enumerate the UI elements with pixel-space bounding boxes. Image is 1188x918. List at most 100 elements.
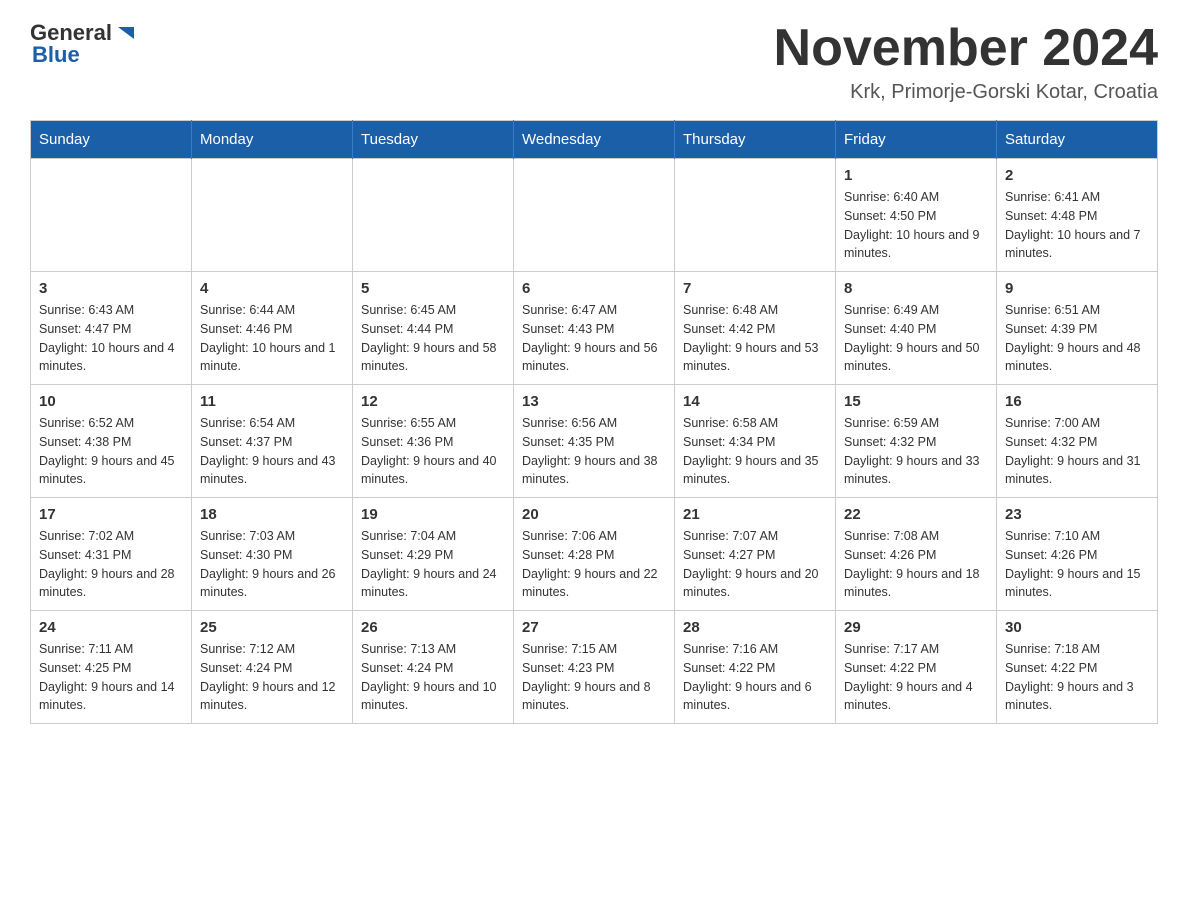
day-info: Sunrise: 6:56 AM Sunset: 4:35 PM Dayligh… [522,414,666,489]
day-info: Sunrise: 7:18 AM Sunset: 4:22 PM Dayligh… [1005,640,1149,715]
day-info: Sunrise: 6:44 AM Sunset: 4:46 PM Dayligh… [200,301,344,376]
calendar-cell: 24 Sunrise: 7:11 AM Sunset: 4:25 PM Dayli… [31,611,192,724]
calendar-week-row: 3 Sunrise: 6:43 AM Sunset: 4:47 PM Daylig… [31,272,1158,385]
calendar-cell: 1Sunrise: 6:40 AM Sunset: 4:50 PM Daylig… [836,159,997,272]
day-number: 9 [1005,280,1149,297]
calendar-cell: 12 Sunrise: 6:55 AM Sunset: 4:36 PM Dayli… [353,385,514,498]
day-number: 7 [683,280,827,297]
day-number: 8 [844,280,988,297]
calendar-cell: 22 Sunrise: 7:08 AM Sunset: 4:26 PM Dayli… [836,498,997,611]
day-number: 23 [1005,506,1149,523]
day-info: Sunrise: 7:13 AM Sunset: 4:24 PM Dayligh… [361,640,505,715]
calendar-cell: 4Sunrise: 6:44 AM Sunset: 4:46 PM Daylig… [192,272,353,385]
day-number: 20 [522,506,666,523]
calendar-cell: 17Sunrise: 7:02 AM Sunset: 4:31 PM Dayli… [31,498,192,611]
logo-blue-text: Blue [32,42,80,68]
day-info: Sunrise: 7:06 AM Sunset: 4:28 PM Dayligh… [522,527,666,602]
day-info: Sunrise: 6:55 AM Sunset: 4:36 PM Dayligh… [361,414,505,489]
day-number: 22 [844,506,988,523]
day-info: Sunrise: 7:12 AM Sunset: 4:24 PM Dayligh… [200,640,344,715]
day-info: Sunrise: 7:10 AM Sunset: 4:26 PM Dayligh… [1005,527,1149,602]
day-info: Sunrise: 6:43 AM Sunset: 4:47 PM Dayligh… [39,301,183,376]
day-info: Sunrise: 6:48 AM Sunset: 4:42 PM Dayligh… [683,301,827,376]
calendar-table: SundayMondayTuesdayWednesdayThursdayFrid… [30,120,1158,724]
day-info: Sunrise: 6:45 AM Sunset: 4:44 PM Dayligh… [361,301,505,376]
calendar-cell: 9Sunrise: 6:51 AM Sunset: 4:39 PM Daylig… [997,272,1158,385]
calendar-cell: 20 Sunrise: 7:06 AM Sunset: 4:28 PM Dayli… [514,498,675,611]
day-number: 16 [1005,393,1149,410]
day-number: 27 [522,619,666,636]
location-title: Krk, Primorje-Gorski Kotar, Croatia [774,81,1158,104]
day-info: Sunrise: 6:59 AM Sunset: 4:32 PM Dayligh… [844,414,988,489]
calendar-week-row: 24 Sunrise: 7:11 AM Sunset: 4:25 PM Dayli… [31,611,1158,724]
day-number: 29 [844,619,988,636]
header-day-friday: Friday [836,121,997,159]
calendar-header-row: SundayMondayTuesdayWednesdayThursdayFrid… [31,121,1158,159]
calendar-cell [31,159,192,272]
day-info: Sunrise: 6:58 AM Sunset: 4:34 PM Dayligh… [683,414,827,489]
day-info: Sunrise: 6:54 AM Sunset: 4:37 PM Dayligh… [200,414,344,489]
day-info: Sunrise: 6:49 AM Sunset: 4:40 PM Dayligh… [844,301,988,376]
title-area: November 2024 Krk, Primorje-Gorski Kotar… [774,20,1158,104]
calendar-cell: 18 Sunrise: 7:03 AM Sunset: 4:30 PM Dayli… [192,498,353,611]
calendar-cell: 27 Sunrise: 7:15 AM Sunset: 4:23 PM Dayli… [514,611,675,724]
header-day-monday: Monday [192,121,353,159]
day-number: 1 [844,167,988,184]
day-number: 5 [361,280,505,297]
day-number: 19 [361,506,505,523]
day-number: 24 [39,619,183,636]
calendar-cell: 11 Sunrise: 6:54 AM Sunset: 4:37 PM Dayli… [192,385,353,498]
header: General Blue November 2024 Krk, Primorje… [30,20,1158,104]
day-number: 30 [1005,619,1149,636]
calendar-cell: 8 Sunrise: 6:49 AM Sunset: 4:40 PM Daylig… [836,272,997,385]
calendar-cell: 3 Sunrise: 6:43 AM Sunset: 4:47 PM Daylig… [31,272,192,385]
calendar-cell: 13 Sunrise: 6:56 AM Sunset: 4:35 PM Dayli… [514,385,675,498]
calendar-week-row: 17Sunrise: 7:02 AM Sunset: 4:31 PM Dayli… [31,498,1158,611]
day-info: Sunrise: 7:02 AM Sunset: 4:31 PM Dayligh… [39,527,183,602]
calendar-cell [353,159,514,272]
day-number: 6 [522,280,666,297]
calendar-cell: 26 Sunrise: 7:13 AM Sunset: 4:24 PM Dayli… [353,611,514,724]
day-number: 21 [683,506,827,523]
calendar-week-row: 10Sunrise: 6:52 AM Sunset: 4:38 PM Dayli… [31,385,1158,498]
day-info: Sunrise: 6:41 AM Sunset: 4:48 PM Dayligh… [1005,188,1149,263]
day-number: 18 [200,506,344,523]
calendar-cell: 28 Sunrise: 7:16 AM Sunset: 4:22 PM Dayli… [675,611,836,724]
day-info: Sunrise: 7:08 AM Sunset: 4:26 PM Dayligh… [844,527,988,602]
day-info: Sunrise: 7:16 AM Sunset: 4:22 PM Dayligh… [683,640,827,715]
calendar-cell: 25 Sunrise: 7:12 AM Sunset: 4:24 PM Dayli… [192,611,353,724]
day-info: Sunrise: 7:00 AM Sunset: 4:32 PM Dayligh… [1005,414,1149,489]
day-info: Sunrise: 7:03 AM Sunset: 4:30 PM Dayligh… [200,527,344,602]
calendar-cell: 6Sunrise: 6:47 AM Sunset: 4:43 PM Daylig… [514,272,675,385]
day-info: Sunrise: 7:07 AM Sunset: 4:27 PM Dayligh… [683,527,827,602]
day-info: Sunrise: 7:15 AM Sunset: 4:23 PM Dayligh… [522,640,666,715]
day-info: Sunrise: 7:11 AM Sunset: 4:25 PM Dayligh… [39,640,183,715]
logo-arrow-icon [114,21,138,45]
calendar-cell: 14 Sunrise: 6:58 AM Sunset: 4:34 PM Dayli… [675,385,836,498]
calendar-cell: 16 Sunrise: 7:00 AM Sunset: 4:32 PM Dayli… [997,385,1158,498]
calendar-cell: 30 Sunrise: 7:18 AM Sunset: 4:22 PM Dayli… [997,611,1158,724]
header-day-tuesday: Tuesday [353,121,514,159]
calendar-cell [514,159,675,272]
day-number: 13 [522,393,666,410]
calendar-cell: 23 Sunrise: 7:10 AM Sunset: 4:26 PM Dayli… [997,498,1158,611]
day-number: 11 [200,393,344,410]
day-number: 3 [39,280,183,297]
header-day-saturday: Saturday [997,121,1158,159]
day-number: 2 [1005,167,1149,184]
day-info: Sunrise: 6:52 AM Sunset: 4:38 PM Dayligh… [39,414,183,489]
day-info: Sunrise: 7:17 AM Sunset: 4:22 PM Dayligh… [844,640,988,715]
calendar-cell: 19 Sunrise: 7:04 AM Sunset: 4:29 PM Dayli… [353,498,514,611]
day-number: 26 [361,619,505,636]
day-number: 28 [683,619,827,636]
header-day-thursday: Thursday [675,121,836,159]
calendar-cell: 21 Sunrise: 7:07 AM Sunset: 4:27 PM Dayli… [675,498,836,611]
day-info: Sunrise: 7:04 AM Sunset: 4:29 PM Dayligh… [361,527,505,602]
header-day-wednesday: Wednesday [514,121,675,159]
day-number: 12 [361,393,505,410]
calendar-week-row: 1Sunrise: 6:40 AM Sunset: 4:50 PM Daylig… [31,159,1158,272]
day-number: 14 [683,393,827,410]
calendar-cell: 29 Sunrise: 7:17 AM Sunset: 4:22 PM Dayli… [836,611,997,724]
header-day-sunday: Sunday [31,121,192,159]
day-number: 25 [200,619,344,636]
